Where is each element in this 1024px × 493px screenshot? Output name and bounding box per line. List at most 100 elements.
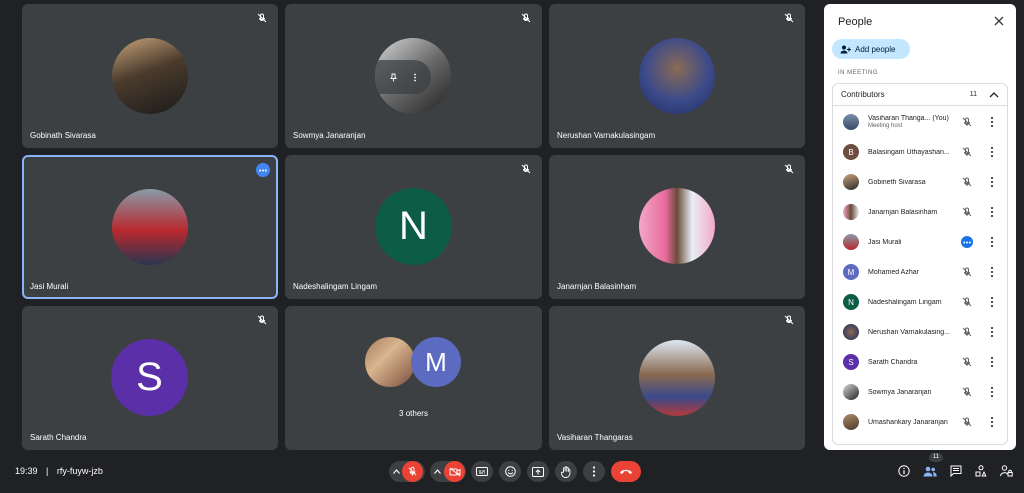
clock-time: 19:39 [15,466,38,476]
mic-off-icon[interactable] [961,416,973,428]
participant-name: Jasi Murali [868,238,902,246]
more-vert-icon[interactable] [987,326,997,338]
more-options-icon[interactable] [961,236,973,248]
more-vert-icon [592,466,596,477]
participant-avatar [843,234,859,250]
chevron-up-icon[interactable] [989,91,999,98]
more-options-icon[interactable] [256,163,270,177]
host-controls-button[interactable] [998,463,1014,479]
tile-name: Sowmya Janaranjan [293,131,366,140]
group-label: Contributors [841,90,885,99]
mic-off-icon[interactable] [961,386,973,398]
participant-row[interactable]: Janarnjan Balasinham [833,197,1009,227]
participant-row[interactable]: Nerushan Varnakulasing... [833,317,1009,347]
camera-toggle-button[interactable] [444,461,465,482]
hand-icon [561,465,571,478]
tile-gobinath[interactable]: Gobinath Sivarasa [22,4,278,148]
participant-row[interactable]: B Balasingam Uthayashan... [833,137,1009,167]
add-person-icon [840,45,851,53]
mic-off-icon[interactable] [961,296,973,308]
participant-row[interactable]: M Mohamed Azhar [833,257,1009,287]
more-vert-icon[interactable] [987,356,997,368]
participant-avatar: S [843,354,859,370]
tile-name: Janarnjan Balasinham [557,282,637,291]
more-vert-icon[interactable] [987,206,997,218]
tile-others[interactable]: M 3 others [285,306,542,450]
meeting-details-button[interactable] [896,463,912,479]
more-vert-icon[interactable] [987,146,997,158]
participant-row[interactable]: Sowmya Janaranjan [833,377,1009,407]
leave-call-button[interactable] [611,461,641,482]
participant-name: Umashankary Janaranjan [868,418,948,426]
avatar-janarnjan [639,188,715,264]
more-options-button[interactable] [583,461,605,482]
chat-button[interactable] [948,463,964,479]
activities-button[interactable] [973,463,989,479]
mic-off-icon[interactable] [961,176,973,188]
avatar-jasi [112,189,188,265]
contributors-header[interactable]: Contributors 11 [833,84,1007,106]
participant-avatar: B [843,144,859,160]
chevron-up-icon[interactable] [434,469,441,474]
present-icon [532,466,544,477]
more-vert-icon[interactable] [987,386,997,398]
people-button[interactable] [922,463,938,479]
mic-off-icon [784,164,794,174]
mic-off-icon[interactable] [961,356,973,368]
mic-off-icon [408,466,417,476]
tile-jasi[interactable]: Jasi Murali [22,155,278,299]
mic-toggle-button[interactable] [402,461,423,482]
raise-hand-button[interactable] [555,461,577,482]
tile-name: Gobinath Sivarasa [30,131,96,140]
participant-row[interactable]: Jasi Murali [833,227,1009,257]
avatar-gobinath [112,38,188,114]
participant-row[interactable]: Gobineth Sivarasa [833,167,1009,197]
reactions-button[interactable] [499,461,521,482]
participant-row[interactable]: Vasiharan Thanga... (You) Meeting host [833,107,1009,137]
close-icon[interactable] [992,14,1006,28]
participant-name: Nerushan Varnakulasing... [868,328,950,336]
captions-icon [476,467,488,476]
mic-off-icon[interactable] [961,116,973,128]
more-vert-icon[interactable] [987,416,997,428]
tile-nadeshalingam[interactable]: N Nadeshalingam Lingam [285,155,542,299]
add-people-label: Add people [855,44,896,54]
tile-vasiharan[interactable]: Vasiharan Thangaras [549,306,805,450]
participant-row[interactable]: S Sarath Chandra [833,347,1009,377]
panel-title: People [838,16,873,28]
more-vert-icon[interactable] [987,116,997,128]
participant-name: Mohamed Azhar [868,268,919,276]
more-vert-icon[interactable] [413,73,417,82]
tile-sowmya[interactable]: Sowmya Janaranjan [285,4,542,148]
participant-name: Sarath Chandra [868,358,918,366]
mic-off-icon[interactable] [961,266,973,278]
present-button[interactable] [527,461,549,482]
meeting-info: 19:39 | rfy-fuyw-jzb [15,466,103,476]
tile-nerushan[interactable]: Nerushan Varnakulasingam [549,4,805,148]
mic-off-icon[interactable] [961,206,973,218]
participant-avatar [843,324,859,340]
activities-icon [975,465,987,477]
more-vert-icon[interactable] [987,176,997,188]
more-vert-icon[interactable] [987,236,997,248]
participant-avatar [843,174,859,190]
chevron-up-icon[interactable] [393,469,400,474]
participant-role: Meeting host [868,123,903,129]
others-label: 3 others [399,409,428,418]
add-people-button[interactable]: Add people [832,39,910,59]
participant-row[interactable]: N Nadeshalingam Lingam [833,287,1009,317]
group-count: 11 [969,91,977,98]
end-call-icon [620,469,632,474]
mic-off-icon [784,315,794,325]
more-vert-icon[interactable] [987,266,997,278]
tile-janarnjan[interactable]: Janarnjan Balasinham [549,155,805,299]
participant-row[interactable]: Umashankary Janaranjan [833,407,1009,437]
captions-button[interactable] [471,461,493,482]
mic-off-icon[interactable] [961,146,973,158]
tile-sarath[interactable]: S Sarath Chandra [22,306,278,450]
mic-off-icon[interactable] [961,326,973,338]
more-vert-icon[interactable] [987,296,997,308]
avatar-sowmya [375,38,451,114]
participant-avatar [843,114,859,130]
pin-icon[interactable] [389,73,398,82]
